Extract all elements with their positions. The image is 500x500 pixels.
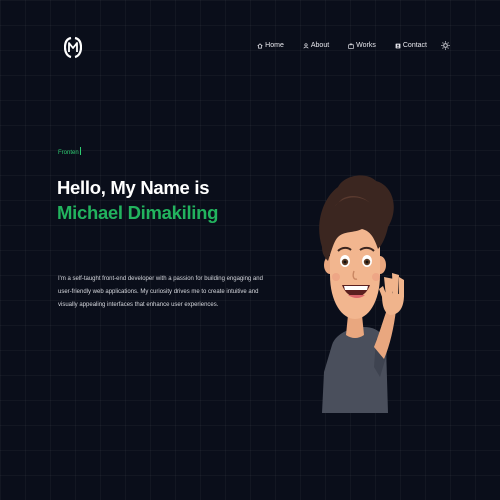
- main-nav: Home About Works Contact: [238, 41, 450, 50]
- typing-role-label: Fronten: [58, 150, 79, 156]
- sun-icon: [441, 41, 450, 50]
- hero-name: Michael Dimakiling: [57, 202, 219, 223]
- typing-role-text: Fronten: [58, 147, 81, 156]
- nav-item-works[interactable]: Works: [348, 42, 376, 49]
- hero-greeting: Hello, My Name is: [57, 177, 210, 198]
- hero-bio: I'm a self-taught front-end developer wi…: [58, 276, 263, 308]
- hero-headline: Hello, My Name is Michael Dimakiling: [57, 175, 218, 225]
- nav-item-home-label: Home: [265, 42, 284, 49]
- nav-item-contact-label: Contact: [402, 42, 427, 49]
- md-monogram-logo-icon: [63, 36, 83, 59]
- nav-item-about[interactable]: About: [303, 42, 329, 49]
- typing-caret: [79, 147, 81, 155]
- home-icon: [257, 42, 263, 48]
- nav-item-about-label: About: [310, 42, 330, 49]
- nav-item-home[interactable]: Home: [257, 42, 284, 49]
- md-logo[interactable]: [63, 35, 83, 60]
- waving-avatar-image: [319, 175, 404, 413]
- contact-card-icon: [395, 43, 401, 48]
- theme-toggle-button[interactable]: [441, 41, 450, 50]
- nav-item-contact[interactable]: Contact: [395, 42, 427, 49]
- user-icon: [303, 42, 309, 48]
- nav-item-works-label: Works: [356, 42, 376, 49]
- avatar-illustration: [314, 167, 410, 417]
- briefcase-icon: [348, 43, 354, 49]
